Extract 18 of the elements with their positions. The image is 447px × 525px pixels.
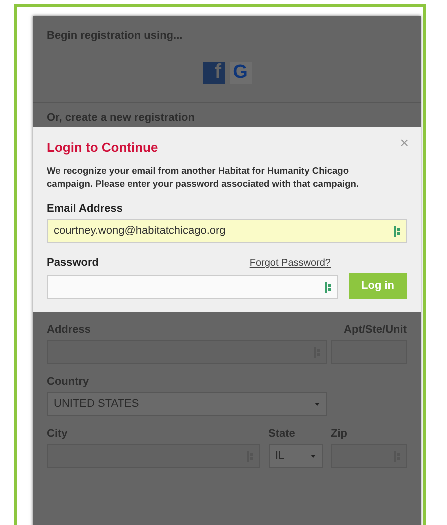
dialog-message: We recognize your email from another Habitat for Humanity Chicago campaign. Please enter your password associated with that campaign. bbox=[47, 165, 360, 190]
country-select[interactable]: UNITED STATES bbox=[47, 392, 327, 416]
google-login-button[interactable]: G bbox=[230, 62, 252, 84]
dialog-title: Login to Continue bbox=[47, 140, 158, 155]
state-select[interactable]: IL bbox=[268, 444, 322, 468]
password-key-icon[interactable] bbox=[325, 282, 331, 293]
caret-icon bbox=[315, 402, 320, 406]
password-field[interactable] bbox=[47, 275, 338, 300]
forgot-password-link[interactable]: Forgot Password? bbox=[250, 258, 331, 270]
caret-icon bbox=[310, 454, 316, 458]
password-key-icon[interactable] bbox=[394, 226, 400, 237]
email-field[interactable]: courtney.wong@habitatchicago.org bbox=[47, 219, 407, 244]
new-registration-heading: Or, create a new registration bbox=[47, 112, 196, 124]
login-button[interactable]: Log in bbox=[349, 273, 407, 300]
field-label: Email Address bbox=[47, 203, 124, 216]
close-button[interactable]: × bbox=[400, 135, 409, 152]
field-label: Password bbox=[47, 257, 99, 270]
facebook-login-button[interactable]: f bbox=[202, 62, 224, 84]
